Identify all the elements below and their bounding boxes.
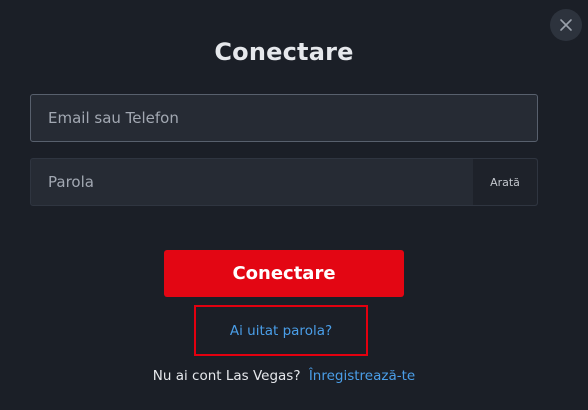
password-input[interactable] [31, 159, 473, 205]
dialog-title: Conectare [214, 38, 354, 66]
signup-prompt-text: Nu ai cont Las Vegas? [152, 368, 301, 384]
forgot-password-link[interactable]: Ai uitat parola? [194, 305, 368, 356]
login-button[interactable]: Conectare [164, 250, 404, 297]
password-field[interactable]: Arată [30, 158, 538, 206]
email-input[interactable] [31, 95, 537, 141]
email-field[interactable] [30, 94, 538, 142]
signup-link[interactable]: Înregistrează-te [309, 368, 415, 384]
show-password-button[interactable]: Arată [473, 159, 537, 205]
signup-prompt: Nu ai cont Las Vegas? Înregistrează-te [0, 368, 568, 384]
close-button[interactable] [550, 9, 582, 41]
close-icon [560, 19, 572, 31]
